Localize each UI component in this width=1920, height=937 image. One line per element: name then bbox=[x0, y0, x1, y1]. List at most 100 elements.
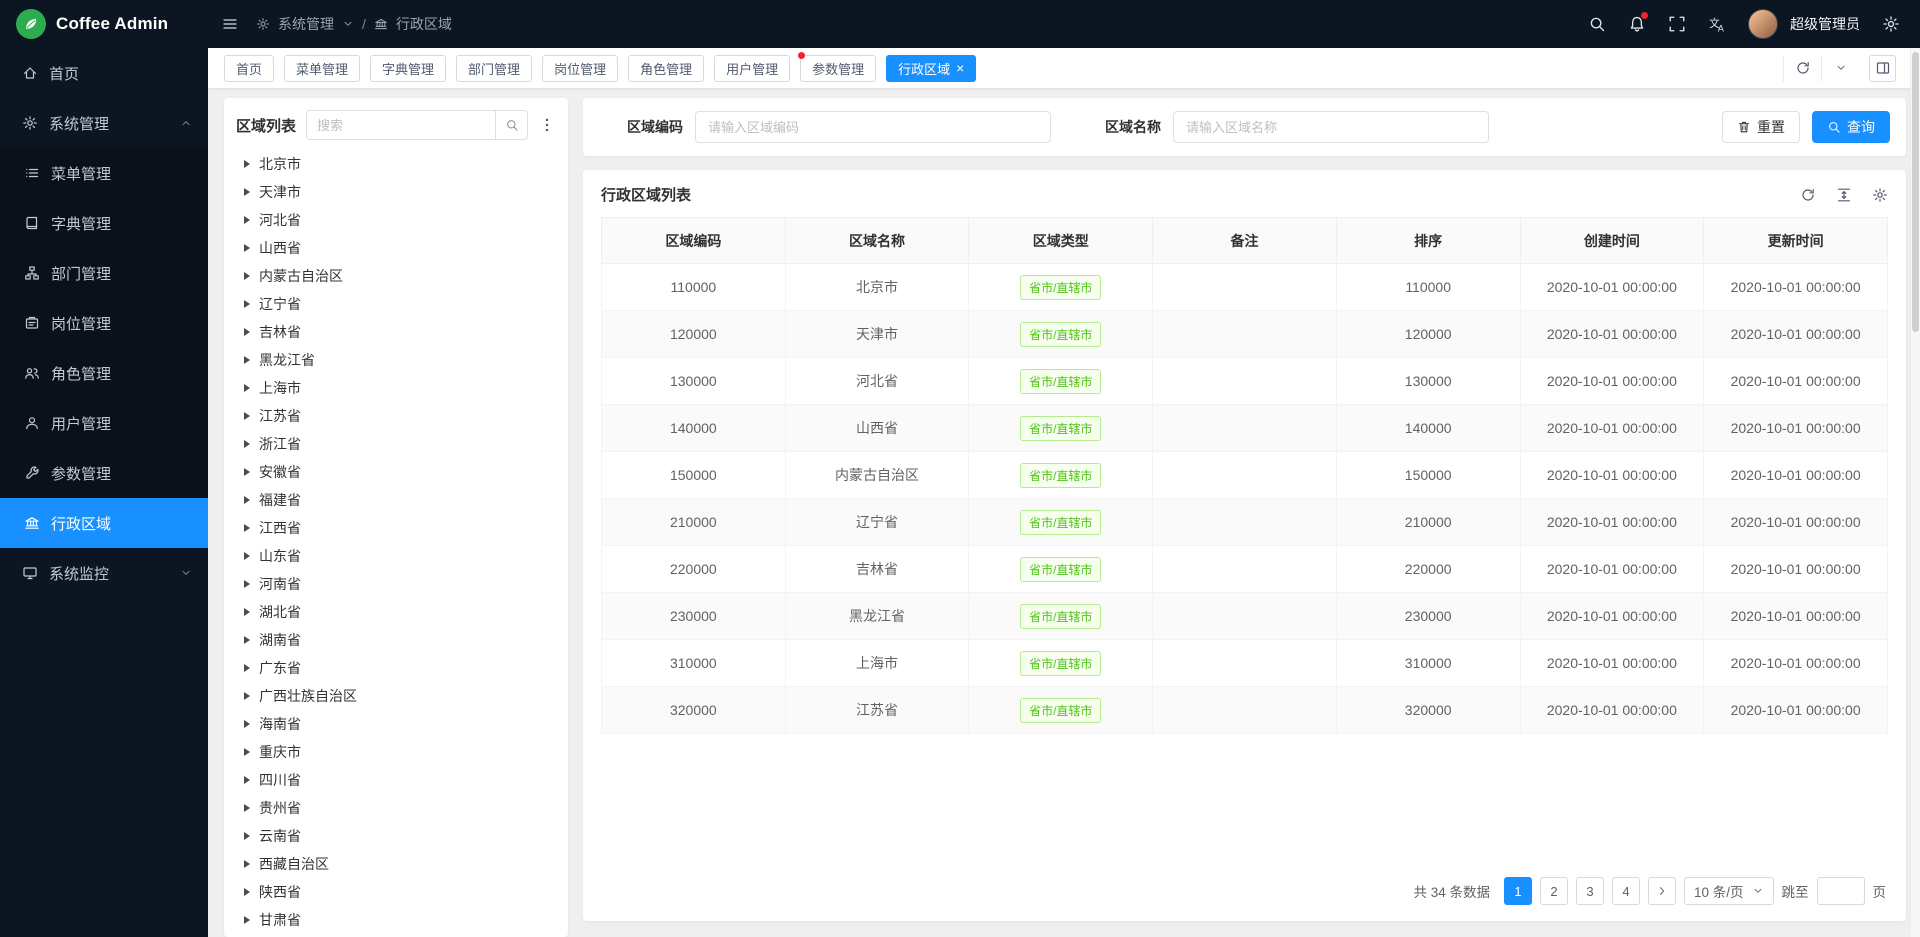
sidebar-item-用户管理[interactable]: 用户管理 bbox=[0, 398, 208, 448]
tree-item-辽宁省[interactable]: 辽宁省 bbox=[236, 290, 556, 318]
page-scrollbar[interactable] bbox=[1910, 48, 1920, 937]
tree-item-广东省[interactable]: 广东省 bbox=[236, 654, 556, 682]
table-row[interactable]: 210000辽宁省省市/直辖市2100002020-10-01 00:00:00… bbox=[602, 499, 1888, 546]
tree-item-西藏自治区[interactable]: 西藏自治区 bbox=[236, 850, 556, 878]
tab-参数管理[interactable]: 参数管理 bbox=[800, 55, 876, 82]
region-name-input[interactable] bbox=[1173, 111, 1489, 143]
next-page-button[interactable] bbox=[1648, 877, 1676, 905]
expand-caret-icon[interactable] bbox=[244, 468, 250, 476]
tree-item-广西壮族自治区[interactable]: 广西壮族自治区 bbox=[236, 682, 556, 710]
tree-item-上海市[interactable]: 上海市 bbox=[236, 374, 556, 402]
sidebar-item-字典管理[interactable]: 字典管理 bbox=[0, 198, 208, 248]
expand-caret-icon[interactable] bbox=[244, 636, 250, 644]
expand-caret-icon[interactable] bbox=[244, 244, 250, 252]
search-button[interactable]: 查询 bbox=[1812, 111, 1890, 143]
tree-item-陕西省[interactable]: 陕西省 bbox=[236, 878, 556, 906]
tree-item-湖北省[interactable]: 湖北省 bbox=[236, 598, 556, 626]
table-refresh-icon[interactable] bbox=[1800, 187, 1816, 203]
tree-item-湖南省[interactable]: 湖南省 bbox=[236, 626, 556, 654]
expand-caret-icon[interactable] bbox=[244, 384, 250, 392]
notifications-button[interactable] bbox=[1628, 15, 1646, 33]
table-row[interactable]: 130000河北省省市/直辖市1300002020-10-01 00:00:00… bbox=[602, 358, 1888, 405]
sidebar-item-菜单管理[interactable]: 菜单管理 bbox=[0, 148, 208, 198]
tree-more-button[interactable] bbox=[538, 116, 556, 134]
tree-search-input[interactable] bbox=[307, 111, 495, 139]
page-size-select[interactable]: 10 条/页 bbox=[1684, 877, 1774, 905]
tab-用户管理[interactable]: 用户管理 bbox=[714, 55, 790, 82]
expand-caret-icon[interactable] bbox=[244, 692, 250, 700]
app-logo[interactable]: Coffee Admin bbox=[0, 9, 208, 39]
expand-caret-icon[interactable] bbox=[244, 748, 250, 756]
tab-角色管理[interactable]: 角色管理 bbox=[628, 55, 704, 82]
breadcrumb-section[interactable]: 系统管理 bbox=[278, 14, 334, 34]
refresh-tab-button[interactable] bbox=[1783, 55, 1821, 82]
jump-page-input[interactable] bbox=[1817, 877, 1865, 905]
expand-caret-icon[interactable] bbox=[244, 860, 250, 868]
page-button-2[interactable]: 2 bbox=[1540, 877, 1568, 905]
hamburger-icon[interactable] bbox=[222, 16, 238, 32]
tree-item-黑龙江省[interactable]: 黑龙江省 bbox=[236, 346, 556, 374]
tree-item-内蒙古自治区[interactable]: 内蒙古自治区 bbox=[236, 262, 556, 290]
expand-caret-icon[interactable] bbox=[244, 720, 250, 728]
expand-caret-icon[interactable] bbox=[244, 440, 250, 448]
sidebar-item-行政区域[interactable]: 行政区域 bbox=[0, 498, 208, 548]
expand-caret-icon[interactable] bbox=[244, 608, 250, 616]
table-row[interactable]: 110000北京市省市/直辖市1100002020-10-01 00:00:00… bbox=[602, 264, 1888, 311]
expand-caret-icon[interactable] bbox=[244, 804, 250, 812]
expand-caret-icon[interactable] bbox=[244, 888, 250, 896]
expand-caret-icon[interactable] bbox=[244, 832, 250, 840]
expand-caret-icon[interactable] bbox=[244, 216, 250, 224]
tab-岗位管理[interactable]: 岗位管理 bbox=[542, 55, 618, 82]
expand-caret-icon[interactable] bbox=[244, 916, 250, 924]
table-row[interactable]: 140000山西省省市/直辖市1400002020-10-01 00:00:00… bbox=[602, 405, 1888, 452]
sidebar-group-system[interactable]: 系统管理 bbox=[0, 98, 208, 148]
tree-item-江苏省[interactable]: 江苏省 bbox=[236, 402, 556, 430]
tree-item-河南省[interactable]: 河南省 bbox=[236, 570, 556, 598]
tab-menu-button[interactable] bbox=[1821, 55, 1859, 82]
sidebar-item-岗位管理[interactable]: 岗位管理 bbox=[0, 298, 208, 348]
tab-菜单管理[interactable]: 菜单管理 bbox=[284, 55, 360, 82]
tree-search-button[interactable] bbox=[495, 111, 527, 139]
tree-item-甘肃省[interactable]: 甘肃省 bbox=[236, 906, 556, 934]
column-height-icon[interactable] bbox=[1836, 187, 1852, 203]
sidebar-item-角色管理[interactable]: 角色管理 bbox=[0, 348, 208, 398]
page-button-1[interactable]: 1 bbox=[1504, 877, 1532, 905]
expand-caret-icon[interactable] bbox=[244, 188, 250, 196]
tab-部门管理[interactable]: 部门管理 bbox=[456, 55, 532, 82]
expand-caret-icon[interactable] bbox=[244, 300, 250, 308]
tree-item-四川省[interactable]: 四川省 bbox=[236, 766, 556, 794]
sidebar-item-home[interactable]: 首页 bbox=[0, 48, 208, 98]
table-row[interactable]: 150000内蒙古自治区省市/直辖市1500002020-10-01 00:00… bbox=[602, 452, 1888, 499]
scrollbar-thumb[interactable] bbox=[1912, 52, 1919, 332]
region-code-input[interactable] bbox=[695, 111, 1051, 143]
tree-item-吉林省[interactable]: 吉林省 bbox=[236, 318, 556, 346]
sidebar-item-部门管理[interactable]: 部门管理 bbox=[0, 248, 208, 298]
tab-行政区域[interactable]: 行政区域× bbox=[886, 55, 976, 82]
expand-caret-icon[interactable] bbox=[244, 524, 250, 532]
tree-item-贵州省[interactable]: 贵州省 bbox=[236, 794, 556, 822]
expand-caret-icon[interactable] bbox=[244, 356, 250, 364]
tree-item-北京市[interactable]: 北京市 bbox=[236, 150, 556, 178]
layout-toggle-button[interactable] bbox=[1869, 55, 1896, 82]
tree-item-河北省[interactable]: 河北省 bbox=[236, 206, 556, 234]
tree-item-山东省[interactable]: 山东省 bbox=[236, 542, 556, 570]
tab-字典管理[interactable]: 字典管理 bbox=[370, 55, 446, 82]
table-row[interactable]: 120000天津市省市/直辖市1200002020-10-01 00:00:00… bbox=[602, 311, 1888, 358]
table-row[interactable]: 220000吉林省省市/直辖市2200002020-10-01 00:00:00… bbox=[602, 546, 1888, 593]
expand-caret-icon[interactable] bbox=[244, 664, 250, 672]
tree-item-江西省[interactable]: 江西省 bbox=[236, 514, 556, 542]
expand-caret-icon[interactable] bbox=[244, 272, 250, 280]
user-name[interactable]: 超级管理员 bbox=[1790, 14, 1860, 34]
tree-item-天津市[interactable]: 天津市 bbox=[236, 178, 556, 206]
expand-caret-icon[interactable] bbox=[244, 580, 250, 588]
tree-item-海南省[interactable]: 海南省 bbox=[236, 710, 556, 738]
expand-caret-icon[interactable] bbox=[244, 160, 250, 168]
expand-caret-icon[interactable] bbox=[244, 328, 250, 336]
expand-caret-icon[interactable] bbox=[244, 496, 250, 504]
tab-close-icon[interactable]: × bbox=[956, 61, 964, 75]
settings-gear-icon[interactable] bbox=[1882, 15, 1900, 33]
search-icon[interactable] bbox=[1588, 15, 1606, 33]
expand-caret-icon[interactable] bbox=[244, 776, 250, 784]
tree-item-云南省[interactable]: 云南省 bbox=[236, 822, 556, 850]
expand-caret-icon[interactable] bbox=[244, 412, 250, 420]
